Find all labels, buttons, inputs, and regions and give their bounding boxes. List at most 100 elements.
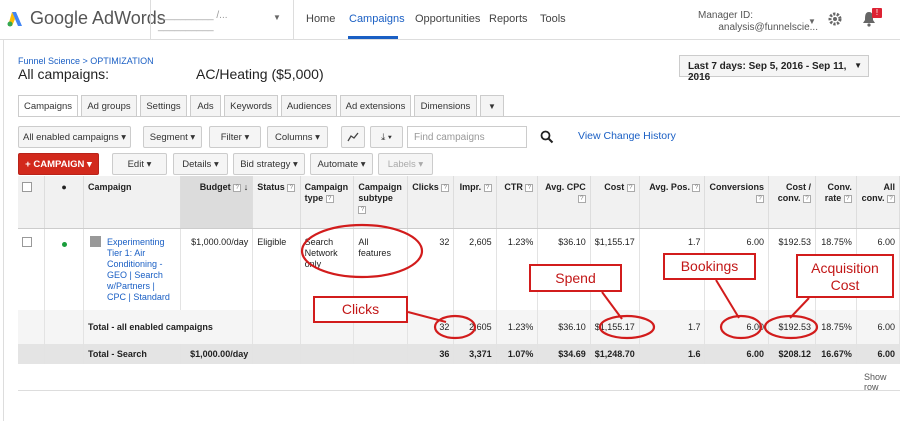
campaign-filter-dropdown[interactable]: All enabled campaigns ▾ <box>18 126 131 148</box>
manager-account[interactable]: Manager ID: analysis@funnelscie... <box>698 10 818 34</box>
col-impr[interactable]: Impr. ? <box>453 176 497 229</box>
account-selector[interactable]: __________ /... __________ <box>158 10 268 32</box>
col-subtype-label: Campaign subtype <box>358 182 402 203</box>
edit-button[interactable]: Edit ▾ <box>112 153 167 175</box>
col-conv-label: Conversions <box>709 182 764 192</box>
adwords-logo[interactable]: Google AdWords <box>6 8 166 29</box>
acquisition-cost-callout: Acquisition Cost <box>796 254 894 298</box>
line-chart-icon <box>347 132 359 142</box>
top-bar: Google AdWords __________ /... _________… <box>0 0 900 40</box>
col-avg-cpc[interactable]: Avg. CPC ? <box>537 176 591 229</box>
tab-keywords[interactable]: Keywords <box>224 95 278 117</box>
help-icon[interactable]: ? <box>325 194 334 203</box>
select-all-checkbox[interactable] <box>22 182 32 192</box>
enabled-status-dot[interactable] <box>61 241 67 247</box>
search-input[interactable]: Find campaigns <box>407 126 527 148</box>
col-conv-rate[interactable]: Conv. rate ? <box>815 176 857 229</box>
columns-button[interactable]: Columns ▾ <box>267 126 328 148</box>
col-cpc-label: Avg. CPC <box>545 182 586 192</box>
help-icon[interactable]: ? <box>577 194 586 203</box>
manager-caret-icon[interactable]: ▼ <box>808 17 816 26</box>
total-cpc-cell: $36.10 <box>537 310 591 344</box>
budget-cell[interactable]: $1,000.00/day <box>180 228 254 310</box>
plus-icon: + <box>25 159 31 170</box>
details-button[interactable]: Details ▾ <box>173 153 228 175</box>
help-icon[interactable]: ? <box>843 194 852 203</box>
help-icon[interactable]: ? <box>483 183 492 192</box>
col-status[interactable]: Status ? <box>252 176 301 229</box>
help-icon[interactable]: ? <box>358 205 367 214</box>
help-icon[interactable]: ? <box>525 183 534 192</box>
tab-ad-groups[interactable]: Ad groups <box>81 95 137 117</box>
empty-cell <box>300 344 355 364</box>
spend-callout: Spend <box>529 264 622 292</box>
tab-ad-extensions[interactable]: Ad extensions <box>340 95 411 117</box>
col-avg-pos[interactable]: Avg. Pos. ? <box>639 176 706 229</box>
clicks-callout: Clicks <box>313 296 408 323</box>
col-pos-label: Avg. Pos. <box>649 182 690 192</box>
nav-reports[interactable]: Reports <box>489 13 528 25</box>
automate-button[interactable]: Automate ▾ <box>310 153 373 175</box>
nav-active-indicator <box>348 36 398 39</box>
view-change-history-link[interactable]: View Change History <box>578 130 676 142</box>
col-campaign-type[interactable]: Campaign type ? <box>300 176 355 229</box>
tab-campaigns[interactable]: Campaigns <box>18 95 78 117</box>
help-icon[interactable]: ? <box>626 183 635 192</box>
date-caret-icon: ▼ <box>854 61 862 70</box>
help-icon[interactable]: ? <box>887 194 895 203</box>
account-caret-icon[interactable]: ▼ <box>273 13 281 22</box>
col-ctr[interactable]: CTR ? <box>496 176 539 229</box>
impr-cell: 2,605 <box>453 228 497 310</box>
col-cost[interactable]: Cost ? <box>590 176 640 229</box>
nav-home[interactable]: Home <box>306 13 335 25</box>
total-conv-rate-cell: 18.75% <box>815 310 857 344</box>
page-subtitle: AC/Heating ($5,000) <box>196 66 324 82</box>
help-icon[interactable]: ? <box>692 183 701 192</box>
edit-label: Edit <box>127 159 144 170</box>
divider <box>293 0 294 40</box>
tab-dimensions[interactable]: Dimensions <box>414 95 477 117</box>
tab-ads[interactable]: Ads <box>190 95 221 117</box>
col-budget[interactable]: Budget ? ↓ <box>180 176 254 229</box>
tab-divider <box>18 116 900 117</box>
status-cell: Eligible <box>252 228 301 310</box>
col-campaign-subtype[interactable]: Campaign subtype ? <box>353 176 409 229</box>
date-range-picker[interactable]: Last 7 days: Sep 5, 2016 - Sep 11, 2016 … <box>679 55 869 83</box>
show-rows-control[interactable]: Show row <box>864 372 900 392</box>
help-icon[interactable]: ? <box>441 183 450 192</box>
col-cost-per-conv[interactable]: Cost / conv. ? <box>768 176 817 229</box>
total-all-conv-cell: 6.00 <box>856 310 900 344</box>
help-icon[interactable]: ? <box>233 183 242 192</box>
labels-button[interactable]: Labels ▾ <box>378 153 433 175</box>
col-conversions[interactable]: Conversions ? <box>704 176 769 229</box>
nav-tools[interactable]: Tools <box>540 13 566 25</box>
gear-icon[interactable] <box>828 12 842 26</box>
col-all-conv[interactable]: All conv. ? <box>856 176 900 229</box>
help-icon[interactable]: ? <box>287 183 296 192</box>
empty-cell <box>252 344 301 364</box>
bid-strategy-button[interactable]: Bid strategy ▾ <box>233 153 305 175</box>
col-clicks[interactable]: Clicks ? <box>407 176 455 229</box>
magnify-icon[interactable] <box>90 235 102 247</box>
col-campaign[interactable]: Campaign <box>83 176 182 229</box>
segment-button[interactable]: Segment ▾ <box>143 126 202 148</box>
search-button[interactable] <box>528 126 566 148</box>
select-all-cell <box>18 176 46 229</box>
row-checkbox[interactable] <box>22 236 32 247</box>
filter-button[interactable]: Filter ▾ <box>209 126 261 148</box>
nav-opportunities[interactable]: Opportunities <box>415 13 480 25</box>
automate-label: Automate <box>317 159 359 170</box>
campaign-name-link[interactable]: Experimenting Tier 1: Air Conditioning -… <box>92 237 176 303</box>
add-campaign-button[interactable]: + CAMPAIGN ▾ <box>18 153 99 175</box>
tab-audiences[interactable]: Audiences <box>281 95 337 117</box>
divider <box>150 0 151 40</box>
help-icon[interactable]: ? <box>755 194 764 203</box>
chart-toggle-button[interactable] <box>341 126 365 148</box>
manager-id-label: Manager ID: <box>698 10 754 21</box>
help-icon[interactable]: ? <box>803 194 812 203</box>
download-button[interactable]: ⤓ ▾ <box>370 126 403 148</box>
breadcrumb[interactable]: Funnel Science > OPTIMIZATION <box>18 56 154 66</box>
more-tabs-caret-icon[interactable]: ▼ <box>480 95 504 117</box>
nav-campaigns[interactable]: Campaigns <box>349 13 405 25</box>
tab-settings[interactable]: Settings <box>140 95 187 117</box>
